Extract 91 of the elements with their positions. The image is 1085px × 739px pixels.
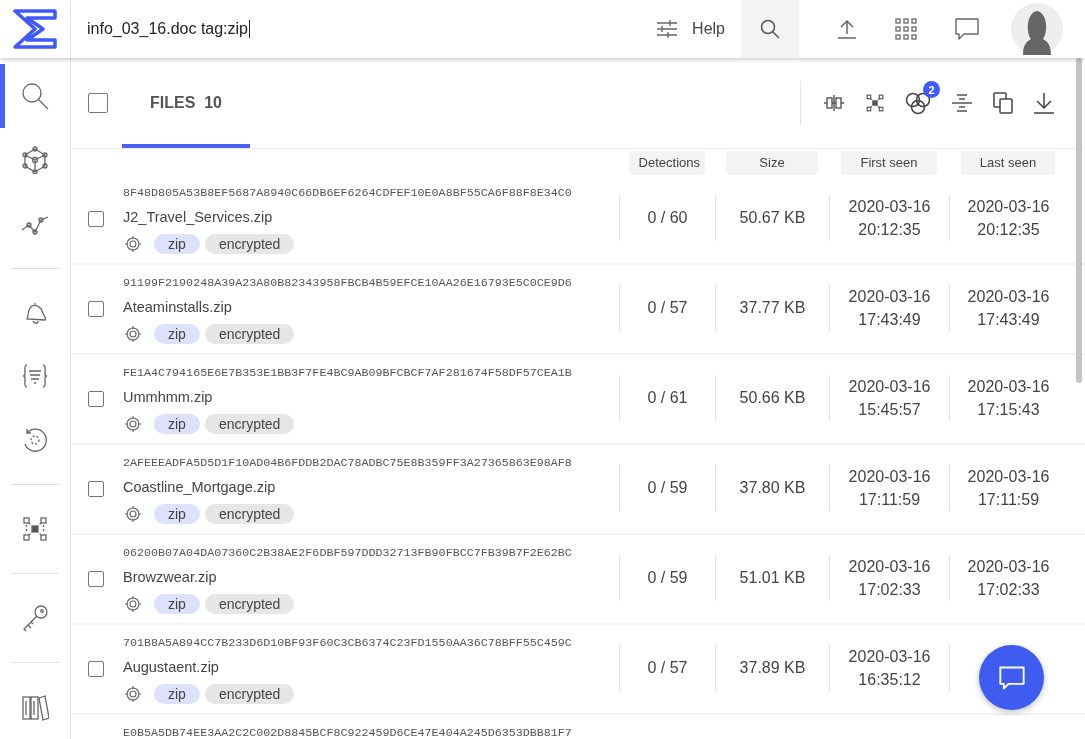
scrollbar[interactable] (1076, 58, 1082, 383)
logo-icon[interactable] (13, 9, 57, 49)
circles-icon[interactable] (905, 91, 931, 115)
cube-graph-icon (21, 145, 49, 174)
target-icon (125, 686, 141, 702)
detections-count: 0 / 57 (647, 659, 688, 677)
search-icon (760, 19, 780, 39)
chat-button[interactable] (979, 645, 1044, 710)
upload-icon[interactable] (837, 19, 857, 39)
books-icon (21, 693, 49, 721)
download-icon[interactable] (1033, 92, 1055, 114)
file-hash[interactable]: 701B8A5A894CC7B233D6D10BF93F60C3CB6374C23FD1550AA36C78BFF55C459C (123, 632, 619, 654)
tag[interactable]: encrypted (204, 324, 295, 344)
file-hash[interactable]: E0B5A5DB74EE3AA2C2C002D8845BCF8C922459D6CE47E404A245D6353DBB81F7 (123, 722, 619, 739)
file-size: 50.67 KB (739, 209, 806, 227)
first-seen-date: 2020-03-16 17:02:33 (848, 557, 931, 600)
compare-icon[interactable] (823, 94, 845, 112)
column-header[interactable]: Detections (628, 151, 706, 175)
file-hash[interactable]: 91199F2190248A39A23A80B82343958FBCB4B59EFCE10AA26E16793E5C0CE9D6 (123, 272, 619, 294)
key-icon (21, 604, 49, 633)
help-link[interactable]: Help (692, 20, 725, 38)
column-header[interactable]: Last seen (960, 151, 1056, 175)
target-icon (125, 416, 141, 432)
row-checkbox[interactable] (88, 211, 104, 227)
last-seen-date: 2020-03-16 17:11:59 (967, 467, 1050, 510)
row-checkbox[interactable] (88, 301, 104, 317)
detections-count: 0 / 59 (647, 479, 688, 497)
first-seen-date: 2020-03-16 17:43:49 (848, 287, 931, 330)
column-header[interactable]: First seen (841, 151, 937, 175)
file-name[interactable]: Browzwear.zip (123, 564, 619, 591)
file-size: 50.66 KB (739, 389, 806, 407)
search-button[interactable] (741, 0, 799, 58)
tag[interactable]: encrypted (204, 414, 295, 434)
tag[interactable]: encrypted (204, 684, 295, 704)
tag[interactable]: zip (154, 414, 200, 434)
tag[interactable]: zip (154, 504, 200, 524)
row-checkbox[interactable] (88, 391, 104, 407)
tag[interactable]: zip (154, 234, 200, 254)
search-field[interactable]: info_03_16.doc tag:zip (71, 0, 657, 58)
file-hash[interactable]: 06200B07A04DA07360C2B38AE2F6DBF597DDD32713FB90FBCC7FB39B7F2E62BC (123, 542, 619, 564)
file-size: 37.77 KB (739, 299, 806, 317)
last-seen-date: 2020-03-16 20:12:35 (967, 197, 1050, 240)
row-checkbox[interactable] (88, 661, 104, 677)
target-icon (125, 326, 141, 342)
tag[interactable]: encrypted (204, 594, 295, 614)
file-name[interactable]: J2_Travel_Services.zip (123, 204, 619, 231)
file-size: 37.89 KB (739, 659, 806, 677)
file-size: 51.01 KB (739, 569, 806, 587)
file-name[interactable]: Ateaminstalls.zip (123, 294, 619, 321)
target-icon (125, 506, 141, 522)
last-seen-date: 2020-03-16 17:15:43 (967, 377, 1050, 420)
target-icon (125, 236, 141, 252)
files-tab[interactable]: FILES 10 (122, 58, 250, 148)
detections-count: 0 / 60 (647, 209, 688, 227)
tag[interactable]: zip (154, 324, 200, 344)
nodes-icon (21, 515, 49, 544)
detections-count: 0 / 59 (647, 569, 688, 587)
search-icon (21, 81, 49, 110)
select-all-checkbox[interactable] (88, 93, 108, 113)
row-checkbox[interactable] (88, 481, 104, 497)
detections-count: 0 / 61 (647, 389, 688, 407)
file-name[interactable]: Ummhmm.zip (123, 384, 619, 411)
last-seen-date: 2020-03-16 17:43:49 (967, 287, 1050, 330)
first-seen-date: 2020-03-16 20:12:35 (848, 197, 931, 240)
detections-count: 0 / 57 (647, 299, 688, 317)
grid-icon[interactable] (895, 18, 917, 40)
first-seen-date: 2020-03-16 16:35:12 (848, 647, 931, 690)
last-seen-date: 2020-03-16 17:02:33 (967, 557, 1050, 600)
cluster-icon[interactable] (865, 93, 885, 113)
first-seen-date: 2020-03-16 15:45:57 (848, 377, 931, 420)
file-size: 37.80 KB (739, 479, 806, 497)
first-seen-date: 2020-03-16 17:11:59 (848, 467, 931, 510)
file-name[interactable]: Coastline_Mortgage.zip (123, 474, 619, 501)
tag[interactable]: zip (154, 684, 200, 704)
align-center-icon[interactable] (951, 93, 973, 113)
target-icon (125, 596, 141, 612)
file-hash[interactable]: 8F48D805A53B8EF5687A8940C66DB6EF6264CDFEF10E0A8BF55CA6F88F8E34C0 (123, 182, 619, 204)
tag[interactable]: encrypted (204, 234, 295, 254)
row-checkbox[interactable] (88, 571, 104, 587)
tag[interactable]: zip (154, 594, 200, 614)
chat-icon (997, 664, 1026, 691)
file-hash[interactable]: 2AFEEEADFA5D5D1F10AD04B6FDDB2DAC78ADBC75E8B359FF3A27365863E98AF8 (123, 452, 619, 474)
avatar[interactable] (1011, 3, 1063, 55)
tag[interactable]: encrypted (204, 504, 295, 524)
chat-icon[interactable] (955, 18, 979, 40)
copy-icon[interactable] (993, 92, 1013, 114)
count-badge: 2 (923, 81, 940, 98)
filter-sliders-icon[interactable] (656, 19, 679, 39)
column-header[interactable]: Size (726, 151, 818, 175)
file-name[interactable]: Augustaent.zip (123, 654, 619, 681)
file-hash[interactable]: FE1A4C794165E6E7B353E1BB3F7FE4BC9AB09BFCBCF7AF281674F58DF57CEA1B (123, 362, 619, 384)
